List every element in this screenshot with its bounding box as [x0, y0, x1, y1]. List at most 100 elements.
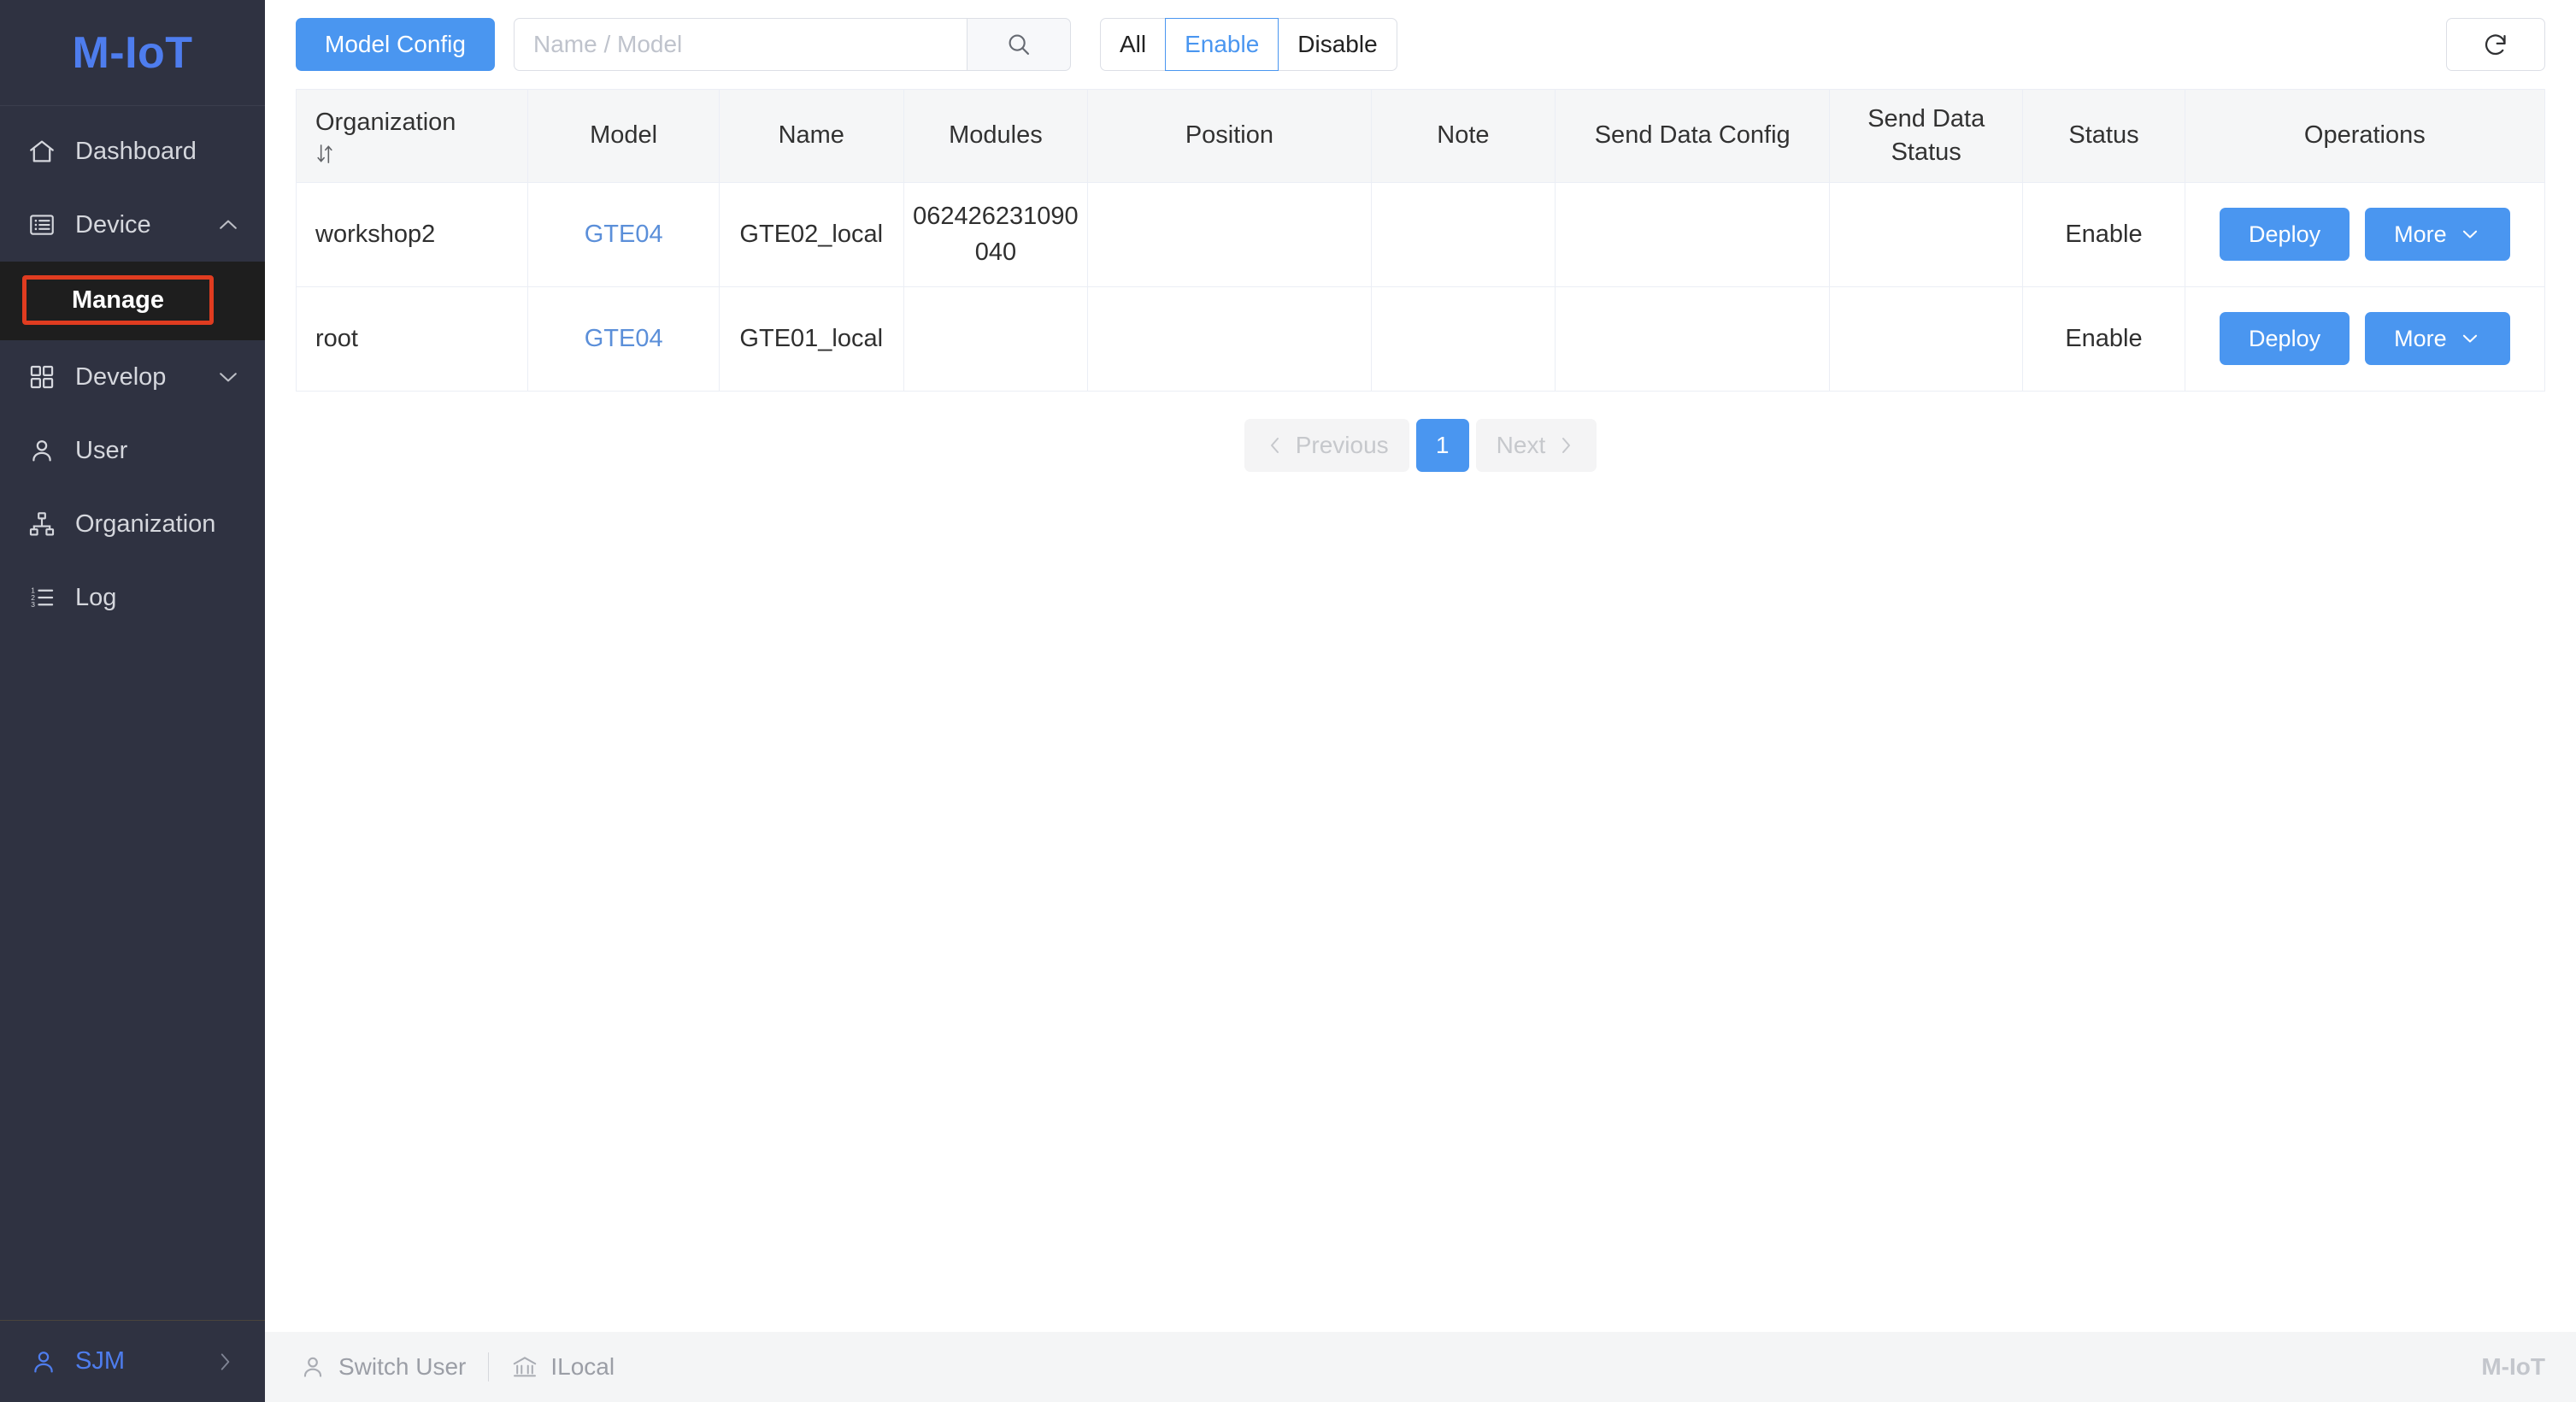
model-link[interactable]: GTE04 [585, 221, 663, 248]
sidebar-user-name: SJM [75, 1347, 125, 1375]
device-list-icon [27, 210, 56, 239]
sidebar-item-label: Organization [75, 510, 216, 538]
search-input[interactable] [513, 18, 967, 71]
svg-text:3: 3 [31, 600, 35, 609]
table-header-row: Organization Model Name Modules Position… [297, 90, 2544, 183]
ordered-list-icon: 1 2 3 [27, 583, 56, 612]
table-row[interactable]: workshop2 GTE04 GTE02_local 062426231090… [297, 182, 2544, 287]
grid-icon [27, 362, 56, 392]
chevron-right-icon [214, 1351, 236, 1373]
sidebar-user-bar[interactable]: SJM [0, 1320, 265, 1402]
footer-divider [488, 1352, 490, 1381]
user-icon [299, 1353, 326, 1381]
sidebar-item-label: Develop [75, 362, 167, 391]
more-button-label: More [2394, 325, 2447, 351]
cell-send-data-status [1829, 286, 2024, 392]
cell-note [1371, 286, 1556, 392]
sidebar-item-develop[interactable]: Develop [0, 340, 265, 414]
content-filler [265, 472, 2576, 1333]
chevron-down-icon [215, 364, 241, 390]
column-header-organization[interactable]: Organization [297, 90, 529, 183]
chevron-up-icon [215, 212, 241, 238]
search-icon [1005, 31, 1032, 58]
switch-user-label: Switch User [338, 1353, 467, 1380]
filter-enable-button[interactable]: Enable [1165, 18, 1279, 71]
table-body: workshop2 GTE04 GTE02_local 062426231090… [297, 182, 2544, 392]
cell-model: GTE04 [527, 286, 720, 392]
cell-organization: root [297, 286, 529, 392]
model-config-button[interactable]: Model Config [296, 18, 495, 71]
device-table: Organization Model Name Modules Position… [296, 89, 2545, 392]
more-button[interactable]: More [2365, 208, 2510, 261]
cell-position [1087, 286, 1372, 392]
column-header-modules: Modules [903, 90, 1089, 183]
footer-brand: M-IoT [2481, 1353, 2545, 1380]
pagination-previous-label: Previous [1295, 431, 1389, 458]
status-bar: Switch User ILocal M-IoT [265, 1332, 2576, 1402]
column-header-status: Status [2022, 90, 2185, 183]
bank-icon [511, 1353, 538, 1381]
sidebar-item-device[interactable]: Device [0, 188, 265, 262]
cell-model: GTE04 [527, 182, 720, 287]
cell-modules: 062426231090040 [903, 182, 1089, 287]
app-root: M-IoT Dashboard Device Manage Develop Us… [0, 0, 2576, 1402]
sidebar: M-IoT Dashboard Device Manage Develop Us… [0, 0, 265, 1402]
cell-send-data-status [1829, 182, 2024, 287]
refresh-button[interactable] [2446, 18, 2545, 71]
toolbar: Model Config All Enable Disable [265, 0, 2576, 89]
sort-icon[interactable] [315, 143, 334, 165]
app-logo[interactable]: M-IoT [0, 0, 265, 106]
column-header-note: Note [1371, 90, 1556, 183]
switch-user-button[interactable]: Switch User [299, 1353, 466, 1381]
home-icon [27, 137, 56, 166]
device-table-grid: Organization Model Name Modules Position… [297, 90, 2544, 392]
pagination-next-button[interactable]: Next [1475, 418, 1597, 472]
sidebar-item-manage[interactable]: Manage [22, 275, 214, 325]
filter-all-button[interactable]: All [1099, 18, 1167, 71]
pagination-page-1[interactable]: 1 [1415, 418, 1469, 472]
pagination: Previous 1 Next [265, 418, 2576, 472]
sidebar-item-label: Manage [72, 286, 164, 314]
tenant-label: ILocal [550, 1353, 615, 1380]
sidebar-item-dashboard[interactable]: Dashboard [0, 115, 265, 188]
column-header-send-data-config: Send Data Config [1555, 90, 1831, 183]
sidebar-item-organization[interactable]: Organization [0, 487, 265, 561]
model-link[interactable]: GTE04 [585, 325, 663, 352]
search-group [513, 18, 1071, 71]
sidebar-submenu-device: Manage [0, 262, 265, 340]
more-button[interactable]: More [2365, 312, 2510, 365]
operations-group: Deploy More [2194, 312, 2536, 365]
more-button-label: More [2394, 221, 2447, 247]
sidebar-nav: Dashboard Device Manage Develop User Org… [0, 106, 265, 1320]
main-content: Model Config All Enable Disable [265, 0, 2576, 1402]
pagination-previous-button[interactable]: Previous [1244, 418, 1409, 472]
deploy-button[interactable]: Deploy [2220, 312, 2350, 365]
cell-operations: Deploy More [2185, 286, 2544, 392]
sidebar-item-label: Log [75, 583, 117, 611]
tenant-selector[interactable]: ILocal [511, 1353, 615, 1381]
refresh-icon [2481, 30, 2510, 59]
sidebar-item-user[interactable]: User [0, 414, 265, 487]
user-icon [27, 436, 56, 465]
cell-status: Enable [2022, 286, 2185, 392]
pagination-next-label: Next [1496, 431, 1546, 458]
cell-name: GTE01_local [719, 286, 904, 392]
chevron-down-icon [2459, 223, 2481, 245]
filter-disable-button[interactable]: Disable [1278, 18, 1397, 71]
cell-modules [903, 286, 1089, 392]
sidebar-item-log[interactable]: 1 2 3 Log [0, 561, 265, 634]
table-head: Organization Model Name Modules Position… [297, 90, 2544, 183]
search-button[interactable] [966, 18, 1071, 71]
cell-send-data-config [1555, 286, 1831, 392]
sidebar-item-label: Device [75, 210, 151, 239]
column-header-position: Position [1087, 90, 1372, 183]
org-tree-icon [27, 510, 56, 539]
cell-operations: Deploy More [2185, 182, 2544, 287]
chevron-left-icon [1265, 435, 1285, 456]
cell-status: Enable [2022, 182, 2185, 287]
cell-position [1087, 182, 1372, 287]
deploy-button[interactable]: Deploy [2220, 208, 2350, 261]
table-row[interactable]: root GTE04 GTE01_local Enable Deploy Mor… [297, 286, 2544, 392]
column-header-label: Organization [315, 109, 456, 137]
column-header-model: Model [527, 90, 720, 183]
